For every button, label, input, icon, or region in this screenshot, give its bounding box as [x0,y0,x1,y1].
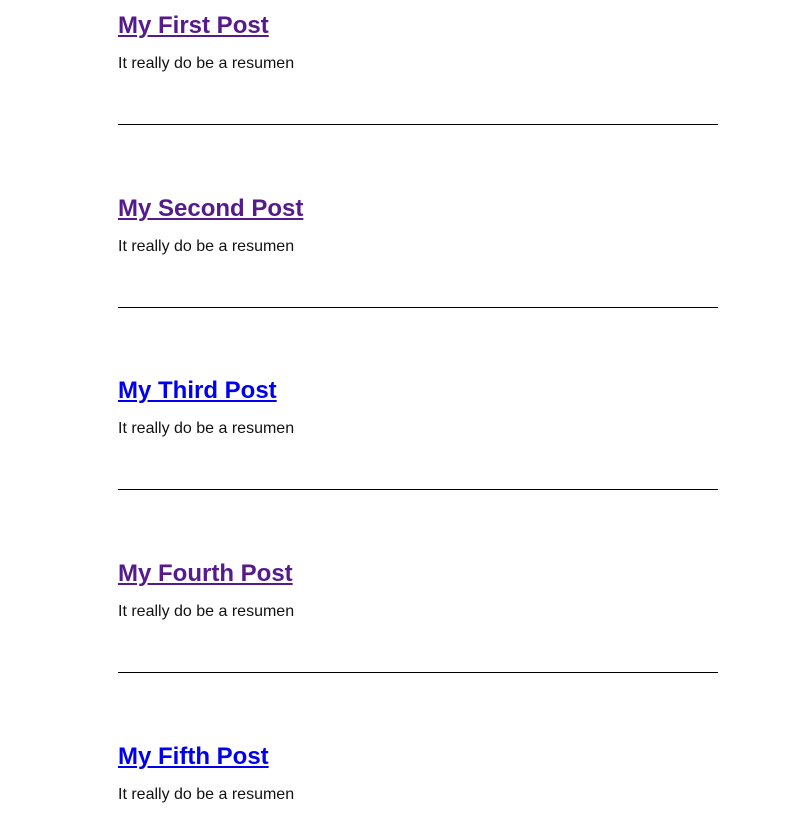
post-item: My Second Post It really do be a resumen [118,195,718,308]
post-item: My Third Post It really do be a resumen [118,377,718,490]
post-divider [118,672,718,673]
post-title-link[interactable]: My Fifth Post [118,743,269,770]
post-title-link[interactable]: My Third Post [118,377,277,404]
post-divider [118,489,718,490]
post-list: My First Post It really do be a resumen … [0,0,810,832]
post-divider [118,124,718,125]
post-title-link[interactable]: My Second Post [118,195,303,222]
post-summary: It really do be a resumen [118,420,295,437]
post-title-link[interactable]: My Fourth Post [118,560,293,587]
post-summary: It really do be a resumen [118,55,295,72]
post-title: My Second Post [118,195,718,223]
post-item: My Fourth Post It really do be a resumen [118,560,718,673]
post-item: My Fifth Post It really do be a resumen [118,743,718,805]
post-divider [118,307,718,308]
post-summary: It really do be a resumen [118,786,295,803]
post-title: My First Post [118,12,718,40]
post-title: My Fifth Post [118,743,718,771]
post-summary: It really do be a resumen [118,603,295,620]
post-summary: It really do be a resumen [118,238,295,255]
post-item: My First Post It really do be a resumen [118,12,718,125]
post-title-link[interactable]: My First Post [118,12,269,39]
post-title: My Fourth Post [118,560,718,588]
post-title: My Third Post [118,377,718,405]
